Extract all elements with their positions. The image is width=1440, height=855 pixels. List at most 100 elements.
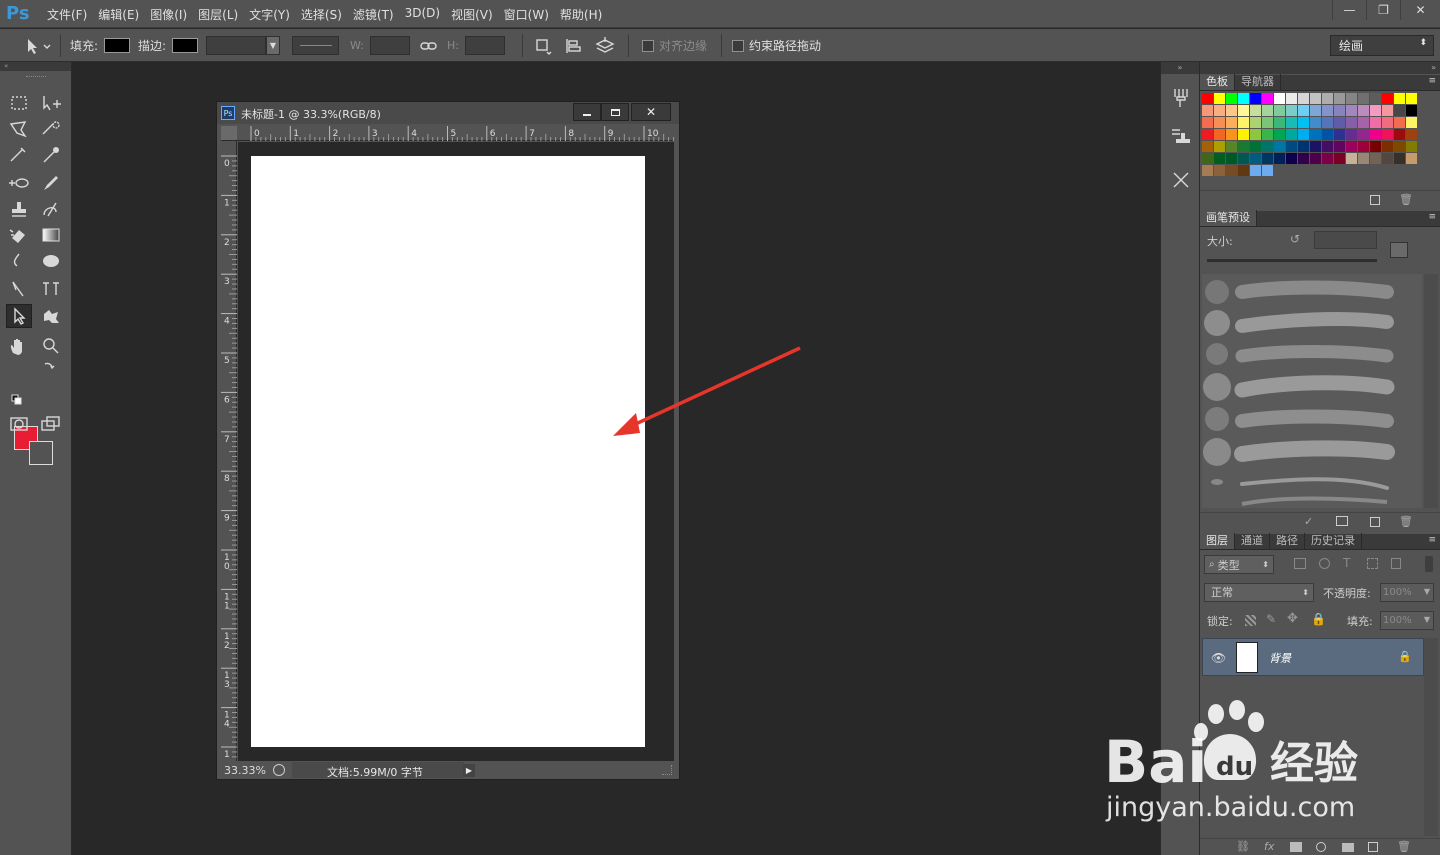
toolbox-collapse-icon[interactable]: «	[0, 62, 71, 71]
opacity-field[interactable]: 100% ▼	[1380, 583, 1434, 602]
doc-maximize-button[interactable]	[601, 103, 629, 121]
swatch-color-65[interactable]	[1334, 129, 1345, 140]
add-mask-icon[interactable]	[1290, 842, 1302, 852]
stroke-type-dropdown[interactable]	[292, 36, 339, 55]
height-field[interactable]	[464, 36, 505, 55]
tab-navigator[interactable]: 导航器	[1235, 74, 1281, 90]
menu-filter[interactable]: 滤镜(T)	[353, 6, 394, 23]
swatch-color-46[interactable]	[1322, 117, 1333, 128]
zoom-tool-icon[interactable]	[38, 334, 64, 358]
swatch-color-17[interactable]	[1406, 93, 1417, 104]
swatch-color-58[interactable]	[1250, 129, 1261, 140]
resize-grip-icon[interactable]	[662, 765, 672, 775]
swatch-color-90[interactable]	[1202, 153, 1213, 164]
swatch-color-66[interactable]	[1346, 129, 1357, 140]
swatch-color-61[interactable]	[1286, 129, 1297, 140]
doc-close-button[interactable]: ✕	[631, 103, 671, 121]
swatch-color-13[interactable]	[1358, 93, 1369, 104]
lasso-tool-icon[interactable]	[6, 117, 32, 141]
swatch-color-52[interactable]	[1394, 117, 1405, 128]
chevron-down-icon[interactable]: ▼	[266, 36, 280, 55]
swatch-color-44[interactable]	[1298, 117, 1309, 128]
swatch-color-18[interactable]	[1202, 105, 1213, 116]
swatch-color-111[interactable]	[1238, 165, 1249, 176]
swatch-color-62[interactable]	[1298, 129, 1309, 140]
menu-file[interactable]: 文件(F)	[47, 6, 87, 23]
spot-healing-tool-icon[interactable]	[6, 171, 32, 195]
restore-button[interactable]: ❐	[1366, 0, 1400, 20]
eraser-tool-icon[interactable]	[6, 223, 32, 247]
swatch-color-43[interactable]	[1286, 117, 1297, 128]
swatch-color-57[interactable]	[1238, 129, 1249, 140]
new-layer-icon[interactable]	[1368, 842, 1378, 852]
brush-panel-icon[interactable]	[1168, 86, 1194, 110]
swatch-color-3[interactable]	[1238, 93, 1249, 104]
swatch-color-5[interactable]	[1262, 93, 1273, 104]
swatch-color-108[interactable]	[1202, 165, 1213, 176]
swatch-color-101[interactable]	[1334, 153, 1345, 164]
new-preset-icon[interactable]	[1370, 517, 1380, 527]
swatch-color-28[interactable]	[1322, 105, 1333, 116]
swatch-color-76[interactable]	[1250, 141, 1261, 152]
eyedropper-tool-icon[interactable]	[38, 143, 64, 167]
swatch-color-24[interactable]	[1274, 105, 1285, 116]
new-swatch-icon[interactable]	[1370, 195, 1380, 205]
swatch-color-79[interactable]	[1286, 141, 1297, 152]
menu-edit[interactable]: 编辑(E)	[98, 6, 139, 23]
swatch-color-74[interactable]	[1226, 141, 1237, 152]
swatch-color-94[interactable]	[1250, 153, 1261, 164]
swatch-color-20[interactable]	[1226, 105, 1237, 116]
swatch-color-35[interactable]	[1406, 105, 1417, 116]
fill-field[interactable]: 100% ▼	[1380, 611, 1434, 630]
blur-tool-icon[interactable]	[6, 249, 32, 273]
swatch-color-102[interactable]	[1346, 153, 1357, 164]
hand-tool-icon[interactable]	[6, 334, 32, 358]
swatch-color-34[interactable]	[1394, 105, 1405, 116]
brush-size-slider[interactable]	[1207, 259, 1377, 262]
swatch-color-71[interactable]	[1406, 129, 1417, 140]
minimize-button[interactable]: —	[1332, 0, 1366, 20]
swatch-color-82[interactable]	[1322, 141, 1333, 152]
stroke-swatch[interactable]	[172, 38, 199, 53]
swatch-color-112[interactable]	[1250, 165, 1261, 176]
filter-adjust-icon[interactable]	[1319, 558, 1330, 569]
default-colors-icon[interactable]	[10, 393, 24, 407]
filter-shape-icon[interactable]	[1367, 558, 1378, 569]
background-color-swatch[interactable]	[29, 441, 53, 465]
swatch-color-92[interactable]	[1226, 153, 1237, 164]
sponge-tool-icon[interactable]	[38, 249, 64, 273]
workspace-dropdown[interactable]: 绘画 ⬍	[1330, 35, 1434, 56]
filter-pixel-icon[interactable]	[1294, 558, 1306, 569]
swatch-color-95[interactable]	[1262, 153, 1273, 164]
swatch-color-0[interactable]	[1202, 93, 1213, 104]
doc-minimize-button[interactable]	[573, 103, 601, 121]
swatch-color-31[interactable]	[1358, 105, 1369, 116]
swatch-color-14[interactable]	[1370, 93, 1381, 104]
swatch-color-106[interactable]	[1394, 153, 1405, 164]
layer-filter-dropdown[interactable]: ⌕ 类型 ⬍	[1204, 555, 1274, 574]
layer-name[interactable]: 背景	[1269, 650, 1291, 666]
swatch-color-45[interactable]	[1310, 117, 1321, 128]
swatch-color-85[interactable]	[1358, 141, 1369, 152]
swatch-color-50[interactable]	[1370, 117, 1381, 128]
swatch-color-22[interactable]	[1250, 105, 1261, 116]
delete-layer-icon[interactable]: 🗑	[1397, 840, 1411, 853]
tab-brush-presets[interactable]: 画笔预设	[1200, 210, 1257, 226]
screen-mode-icon[interactable]	[38, 412, 64, 436]
quick-mask-icon[interactable]	[6, 412, 32, 436]
swatch-color-84[interactable]	[1346, 141, 1357, 152]
menu-window[interactable]: 窗口(W)	[504, 6, 549, 23]
path-alignment-icon[interactable]	[563, 29, 585, 62]
swatch-color-67[interactable]	[1358, 129, 1369, 140]
swatch-color-80[interactable]	[1298, 141, 1309, 152]
stroke-width-field[interactable]	[206, 36, 266, 55]
adjustment-layer-icon[interactable]	[1316, 842, 1326, 852]
fill-swatch[interactable]	[104, 38, 131, 53]
align-edges-checkbox[interactable]	[642, 39, 654, 52]
lock-all-icon[interactable]: 🔒	[1311, 612, 1326, 626]
swatch-color-11[interactable]	[1334, 93, 1345, 104]
history-brush-tool-icon[interactable]	[38, 197, 64, 221]
eye-visibility-icon[interactable]: 👁	[1211, 651, 1226, 665]
swatch-color-60[interactable]	[1274, 129, 1285, 140]
swatch-color-36[interactable]	[1202, 117, 1213, 128]
